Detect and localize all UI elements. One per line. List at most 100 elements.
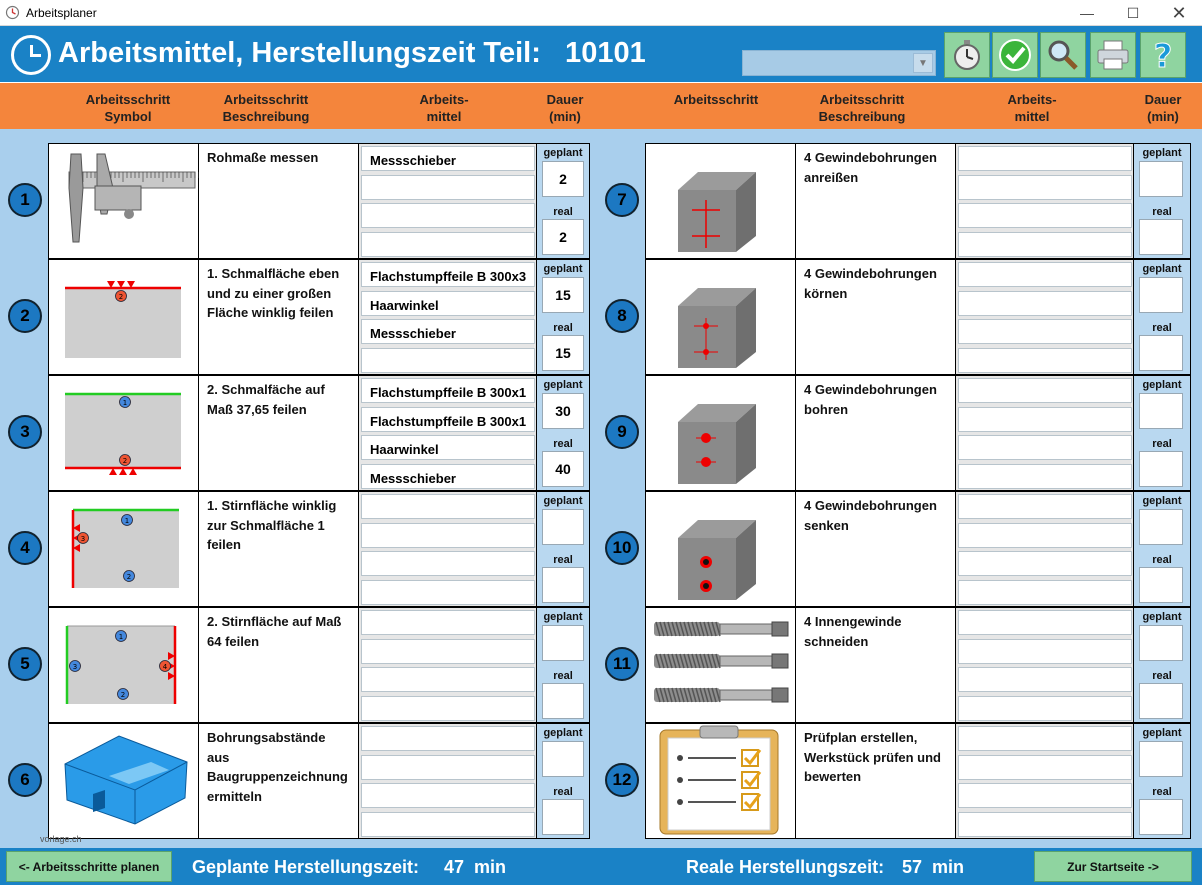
planned-duration-field[interactable] <box>542 625 584 661</box>
tool-field[interactable]: Messschieber <box>361 319 535 344</box>
help-button[interactable]: ? <box>1140 32 1186 78</box>
tool-field[interactable] <box>361 811 535 837</box>
planned-duration-field[interactable] <box>1139 741 1183 777</box>
checkmark-icon <box>999 39 1031 71</box>
tool-field[interactable] <box>361 551 535 576</box>
tool-field[interactable] <box>361 347 535 373</box>
tool-field[interactable] <box>361 579 535 605</box>
real-duration-field[interactable]: 15 <box>542 335 584 371</box>
tool-field[interactable] <box>958 290 1132 316</box>
tool-field[interactable] <box>958 551 1132 576</box>
real-duration-field[interactable] <box>1139 683 1183 719</box>
step-description[interactable]: 4 Gewindebohrungen körnen <box>796 260 956 374</box>
tool-field[interactable] <box>958 262 1132 287</box>
tool-field[interactable] <box>958 378 1132 403</box>
step-description[interactable]: 1. Schmalfläche eben und zu einer großen… <box>199 260 359 374</box>
step-description[interactable]: 4 Gewindebohrungen senken <box>796 492 956 606</box>
planned-duration-field[interactable] <box>1139 161 1183 197</box>
tool-field[interactable] <box>958 522 1132 548</box>
planned-duration-field[interactable]: 15 <box>542 277 584 313</box>
tool-field[interactable] <box>958 203 1132 228</box>
step-description[interactable]: 1. Stirnfläche winklig zur Schmalfläche … <box>199 492 359 606</box>
home-button[interactable]: Zur Startseite -> <box>1034 851 1192 882</box>
confirm-button[interactable] <box>992 32 1038 78</box>
chevron-down-icon[interactable]: ▼ <box>913 53 933 73</box>
tool-field[interactable] <box>361 610 535 635</box>
step-description[interactable]: 2. Stirnfläche auf Maß 64 feilen <box>199 608 359 722</box>
tool-field[interactable] <box>958 319 1132 344</box>
tool-field[interactable]: Haarwinkel <box>361 435 535 460</box>
tool-field[interactable] <box>958 231 1132 257</box>
tool-field[interactable] <box>958 579 1132 605</box>
search-button[interactable] <box>1040 32 1086 78</box>
minimize-button[interactable]: — <box>1064 0 1110 26</box>
step-description[interactable]: Bohrungsabstände aus Baugruppenzeichnung… <box>199 724 359 838</box>
planned-duration-field[interactable] <box>1139 277 1183 313</box>
step-description[interactable]: 4 Gewindebohrungen anreißen <box>796 144 956 258</box>
tool-field[interactable] <box>361 203 535 228</box>
real-duration-field[interactable] <box>1139 451 1183 487</box>
maximize-button[interactable]: ☐ <box>1110 0 1156 26</box>
step-row-1: Rohmaße messen Messschieber geplant 2 real 2 <box>48 143 590 259</box>
tool-field[interactable] <box>958 754 1132 780</box>
tool-field[interactable] <box>958 174 1132 200</box>
tool-field[interactable] <box>958 638 1132 664</box>
tool-field[interactable]: Messschieber <box>361 146 535 171</box>
real-duration-field[interactable]: 2 <box>542 219 584 255</box>
real-duration-field[interactable] <box>542 567 584 603</box>
tool-field[interactable] <box>958 347 1132 373</box>
step-description[interactable]: 2. Schmalfäche auf Maß 37,65 feilen <box>199 376 359 490</box>
planned-duration-field[interactable]: 2 <box>542 161 584 197</box>
planned-duration-field[interactable]: 30 <box>542 393 584 429</box>
real-duration-field[interactable] <box>1139 799 1183 835</box>
step-tools <box>956 144 1134 258</box>
step-description[interactable]: 4 Gewindebohrungen bohren <box>796 376 956 490</box>
tool-field[interactable]: Flachstumpffeile B 300x1 <box>361 406 535 432</box>
planned-duration-field[interactable] <box>1139 625 1183 661</box>
tool-field[interactable] <box>958 435 1132 460</box>
planned-duration-field[interactable] <box>1139 393 1183 429</box>
print-button[interactable] <box>1090 32 1136 78</box>
tool-field[interactable] <box>361 667 535 692</box>
step-description[interactable]: 4 Innengewinde schneiden <box>796 608 956 722</box>
step-description[interactable]: Rohmaße messen <box>199 144 359 258</box>
tool-field[interactable] <box>361 494 535 519</box>
tool-field[interactable] <box>958 146 1132 171</box>
tool-field[interactable] <box>361 638 535 664</box>
tool-field[interactable] <box>958 610 1132 635</box>
real-duration-field[interactable] <box>542 799 584 835</box>
tool-field[interactable] <box>958 783 1132 808</box>
planned-duration-field[interactable] <box>542 509 584 545</box>
part-select[interactable]: ▼ <box>742 50 936 76</box>
tool-field[interactable] <box>361 231 535 257</box>
tool-field[interactable] <box>958 463 1132 489</box>
tool-field[interactable]: Haarwinkel <box>361 290 535 316</box>
tool-field[interactable] <box>361 726 535 751</box>
tool-field[interactable] <box>361 695 535 721</box>
real-duration-field[interactable]: 40 <box>542 451 584 487</box>
tool-field[interactable] <box>958 667 1132 692</box>
tool-field[interactable] <box>958 406 1132 432</box>
real-duration-field[interactable] <box>1139 219 1183 255</box>
tool-field[interactable] <box>361 754 535 780</box>
planned-duration-field[interactable] <box>1139 509 1183 545</box>
tool-field[interactable] <box>361 783 535 808</box>
tool-field[interactable] <box>361 522 535 548</box>
stopwatch-button[interactable] <box>944 32 990 78</box>
tool-field[interactable]: Flachstumpffeile B 300x1 <box>361 378 535 403</box>
tool-field[interactable] <box>361 174 535 200</box>
tool-field[interactable] <box>958 726 1132 751</box>
back-button[interactable]: <- Arbeitsschritte planen <box>6 851 172 882</box>
real-duration-field[interactable] <box>1139 335 1183 371</box>
step-description[interactable]: Prüfplan erstellen, Werkstück prüfen und… <box>796 724 956 838</box>
tool-field[interactable] <box>958 695 1132 721</box>
tool-field[interactable]: Messschieber <box>361 463 535 489</box>
real-duration-field[interactable] <box>1139 567 1183 603</box>
svg-text:?: ? <box>1154 37 1173 73</box>
tool-field[interactable] <box>958 494 1132 519</box>
planned-duration-field[interactable] <box>542 741 584 777</box>
real-duration-field[interactable] <box>542 683 584 719</box>
tool-field[interactable] <box>958 811 1132 837</box>
close-button[interactable]: ✕ <box>1156 0 1202 26</box>
tool-field[interactable]: Flachstumpffeile B 300x3 <box>361 262 535 287</box>
